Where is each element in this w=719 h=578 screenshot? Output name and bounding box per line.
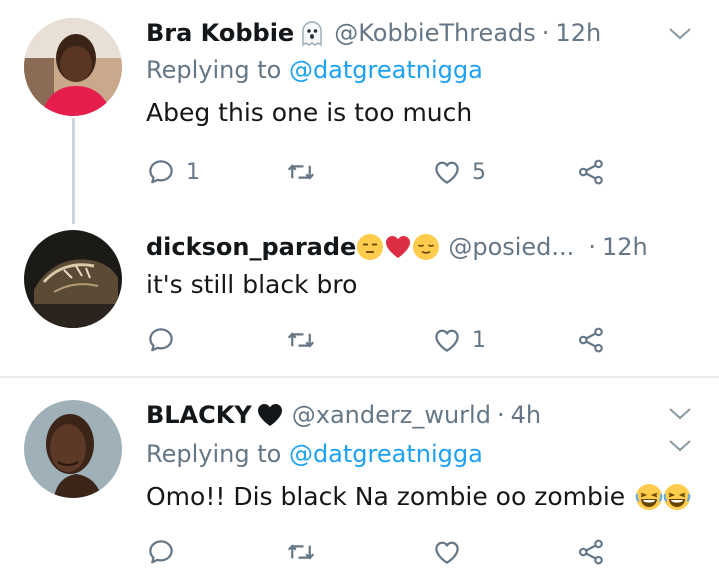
mention-link[interactable]: @datgreatnigga — [289, 56, 483, 84]
share-button[interactable] — [576, 532, 606, 572]
ghost-emoji — [302, 21, 322, 47]
retweet-button[interactable] — [286, 152, 326, 192]
separator-dot: · — [588, 233, 596, 261]
relieved-face-emoji — [413, 234, 440, 260]
replying-to: Replying to @datgreatnigga — [146, 440, 483, 468]
chevron-down-icon[interactable] — [666, 24, 694, 44]
share-icon — [576, 157, 606, 187]
mention-link[interactable]: @datgreatnigga — [289, 440, 483, 468]
laughing-face-emoji — [635, 483, 663, 511]
heart-icon — [432, 157, 462, 187]
reply-icon — [146, 537, 176, 567]
replying-to: Replying to @datgreatnigga — [146, 56, 483, 84]
share-button[interactable] — [576, 152, 606, 192]
tweet-text-row: Omo!! Dis black Na zombie oo zombie — [146, 482, 691, 511]
like-button[interactable]: 1 — [432, 320, 486, 360]
retweet-icon — [286, 157, 316, 187]
tweet-header: dickson_parade @posied... · 12h — [146, 230, 648, 264]
retweet-icon — [286, 325, 316, 355]
tweet[interactable]: BLACKY @xanderz_wurld · 4h Replying to @… — [0, 378, 719, 578]
reply-button[interactable] — [146, 320, 186, 360]
tweet-header: BLACKY @xanderz_wurld · 4h — [146, 398, 541, 432]
retweet-icon — [286, 537, 316, 567]
timestamp[interactable]: 4h — [511, 401, 541, 429]
display-name[interactable]: Bra Kobbie — [146, 19, 294, 47]
display-name[interactable]: dickson_parade — [146, 233, 356, 261]
timestamp[interactable]: 12h — [602, 233, 648, 261]
tweet-header: Bra Kobbie @KobbieThreads · 12h — [146, 16, 601, 50]
user-handle[interactable]: @posied... — [448, 233, 574, 261]
reply-button[interactable] — [146, 532, 186, 572]
retweet-button[interactable] — [286, 532, 326, 572]
separator-dot: · — [541, 19, 550, 47]
separator-dot: · — [496, 401, 505, 429]
display-name[interactable]: BLACKY — [146, 401, 252, 429]
expressionless-face-emoji — [357, 234, 384, 260]
tweet-actions — [0, 532, 719, 572]
like-button[interactable] — [432, 532, 472, 572]
share-icon — [576, 537, 606, 567]
timestamp[interactable]: 12h — [555, 19, 601, 47]
reply-button[interactable]: 1 — [146, 152, 200, 192]
black-heart-emoji — [257, 404, 282, 426]
heart-icon — [432, 537, 462, 567]
like-count: 1 — [472, 327, 486, 353]
user-handle[interactable]: @xanderz_wurld — [292, 401, 491, 429]
tweet[interactable]: Bra Kobbie @KobbieThreads · 12h Replying… — [0, 0, 719, 200]
reply-icon — [146, 157, 176, 187]
tweet-text: Omo!! Dis black Na zombie oo zombie — [146, 482, 626, 511]
chevron-down-icon[interactable] — [666, 404, 694, 424]
replying-prefix: Replying to — [146, 440, 289, 468]
red-heart-emoji — [386, 236, 411, 258]
tweet-text: it's still black bro — [146, 270, 358, 299]
like-button[interactable]: 5 — [432, 152, 486, 192]
share-button[interactable] — [576, 320, 606, 360]
reply-count: 1 — [186, 159, 200, 185]
reply-icon — [146, 325, 176, 355]
heart-icon — [432, 325, 462, 355]
user-handle[interactable]: @KobbieThreads — [334, 19, 536, 47]
share-icon — [576, 325, 606, 355]
avatar[interactable] — [24, 18, 122, 116]
replying-prefix: Replying to — [146, 56, 289, 84]
tweet-actions: 1 — [0, 320, 719, 360]
retweet-button[interactable] — [286, 320, 326, 360]
tweet[interactable]: dickson_parade @posied... · 12h it's sti… — [0, 200, 719, 376]
avatar[interactable] — [24, 400, 122, 498]
like-count: 5 — [472, 159, 486, 185]
tweet-actions: 1 5 — [0, 152, 719, 192]
laughing-face-emoji — [663, 483, 691, 511]
tweet-text: Abeg this one is too much — [146, 98, 473, 127]
avatar[interactable] — [24, 230, 122, 328]
